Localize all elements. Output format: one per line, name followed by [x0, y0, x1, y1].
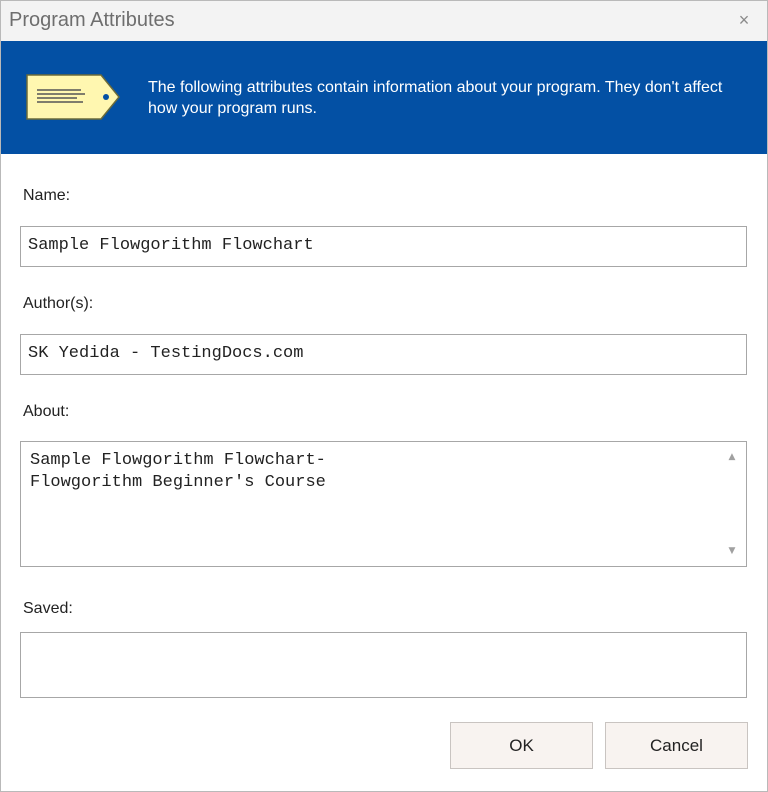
close-icon[interactable]: ×: [733, 9, 755, 31]
about-label: About:: [23, 403, 70, 420]
authors-label: Author(s):: [23, 295, 94, 312]
tag-icon: [26, 74, 120, 120]
name-field[interactable]: Sample Flowgorithm Flowchart: [20, 226, 747, 267]
ok-button[interactable]: OK: [450, 722, 593, 769]
window-title: Program Attributes: [9, 9, 175, 31]
saved-field[interactable]: [20, 632, 747, 698]
name-field-value: Sample Flowgorithm Flowchart: [28, 236, 314, 255]
authors-field[interactable]: SK Yedida - TestingDocs.com: [20, 334, 747, 375]
program-attributes-dialog: Program Attributes × The following attri…: [0, 0, 768, 792]
cancel-button[interactable]: Cancel: [605, 722, 748, 769]
scroll-up-icon[interactable]: ▲: [726, 452, 738, 462]
scroll-down-icon[interactable]: ▼: [726, 546, 738, 556]
about-scrollbar[interactable]: ▲ ▼: [726, 448, 738, 560]
about-field[interactable]: Sample Flowgorithm Flowchart- Flowgorith…: [20, 441, 747, 567]
saved-label: Saved:: [23, 600, 73, 617]
banner-description: The following attributes contain informa…: [148, 79, 723, 117]
title-bar: Program Attributes ×: [1, 1, 767, 41]
about-field-value: Sample Flowgorithm Flowchart- Flowgorith…: [30, 451, 326, 492]
authors-field-value: SK Yedida - TestingDocs.com: [28, 344, 304, 363]
name-label: Name:: [23, 187, 71, 204]
info-banner: The following attributes contain informa…: [1, 41, 767, 154]
